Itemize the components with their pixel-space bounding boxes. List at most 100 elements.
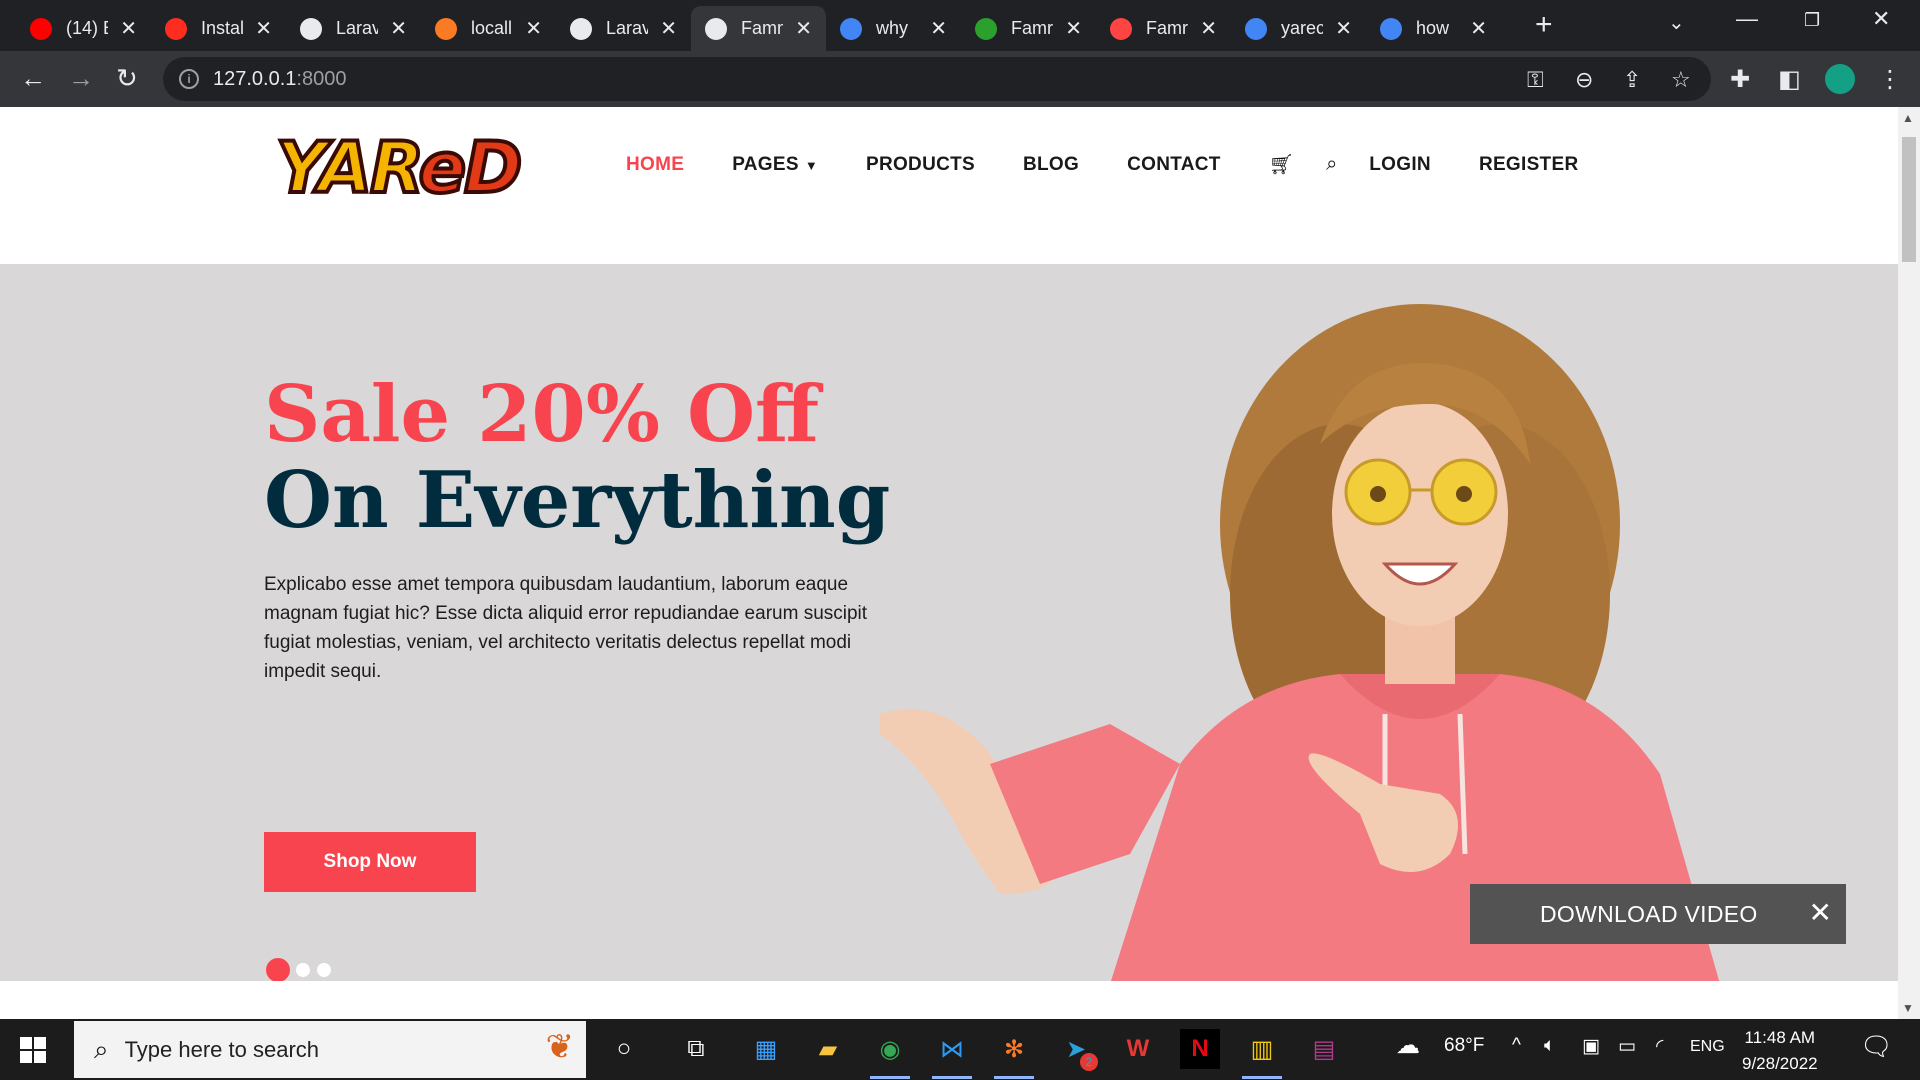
nav-products[interactable]: PRODUCTS bbox=[866, 154, 975, 176]
tab-title: Instal bbox=[201, 18, 243, 38]
nav-blog[interactable]: BLOG bbox=[1023, 154, 1079, 176]
shop-now-button[interactable]: Shop Now bbox=[264, 832, 476, 892]
chrome-icon[interactable]: ◉ bbox=[870, 1029, 910, 1079]
close-tab-icon[interactable]: ✕ bbox=[1470, 16, 1487, 41]
page-scrollbar[interactable]: ▲ ▼ bbox=[1898, 107, 1920, 1019]
device-icon[interactable]: ▣ bbox=[1582, 1035, 1600, 1058]
weather-cloud-icon[interactable]: ☁ bbox=[1396, 1031, 1420, 1060]
globe-icon bbox=[705, 17, 727, 40]
site-info-icon[interactable]: i bbox=[179, 69, 199, 89]
browser-tab[interactable]: Famm ✕ bbox=[691, 6, 826, 51]
browser-tab[interactable]: Instal ✕ bbox=[151, 6, 286, 51]
restore-icon[interactable]: ❐ bbox=[1804, 10, 1820, 31]
system-clock[interactable]: 11:48 AM 9/28/2022 bbox=[1742, 1025, 1818, 1077]
close-overlay-icon[interactable]: ✕ bbox=[1809, 896, 1832, 929]
download-video-label[interactable]: DOWNLOAD VIDEO bbox=[1540, 901, 1758, 928]
address-bar[interactable]: i 127.0.0.1:8000 ⚿ ⊖ ⇪ ☆ bbox=[163, 57, 1711, 101]
browser-tab[interactable]: Larav ✕ bbox=[556, 6, 691, 51]
telegram-icon[interactable]: ➤ 2 bbox=[1056, 1029, 1098, 1071]
scroll-up-arrow-icon[interactable]: ▲ bbox=[1902, 111, 1914, 125]
slider-dot-1[interactable] bbox=[266, 958, 290, 981]
hero-headline-sale: Sale 20% Off bbox=[264, 369, 820, 460]
task-view-icon[interactable]: ⧉ bbox=[676, 1029, 716, 1069]
key-icon[interactable]: ⚿ bbox=[1527, 67, 1544, 93]
battery-icon[interactable]: ▭ bbox=[1618, 1035, 1636, 1058]
nav-contact[interactable]: CONTACT bbox=[1127, 154, 1221, 176]
cortana-icon[interactable]: ○ bbox=[604, 1029, 644, 1069]
close-tab-icon[interactable]: ✕ bbox=[1335, 16, 1352, 41]
browser-tab[interactable]: Larav ✕ bbox=[286, 6, 421, 51]
close-tab-icon[interactable]: ✕ bbox=[660, 16, 677, 41]
telegram-badge: 2 bbox=[1080, 1053, 1098, 1071]
scrollbar-thumb[interactable] bbox=[1902, 137, 1916, 262]
windows-start-icon[interactable] bbox=[20, 1037, 46, 1063]
search-icon[interactable]: ⌕ bbox=[1326, 153, 1337, 176]
browser-tab-strip: (14) E✕Instal✕Larav✕locall✕Larav✕Famm✕wh… bbox=[0, 0, 1920, 51]
weather-temperature[interactable]: 68°F bbox=[1444, 1035, 1484, 1057]
profile-avatar[interactable] bbox=[1825, 64, 1855, 94]
nav-register[interactable]: REGISTER bbox=[1479, 154, 1579, 176]
minimize-icon[interactable]: — bbox=[1736, 6, 1758, 32]
close-tab-icon[interactable]: ✕ bbox=[255, 16, 272, 41]
clock-date: 9/28/2022 bbox=[1742, 1054, 1818, 1073]
browser-tab[interactable]: yarec ✕ bbox=[1231, 6, 1366, 51]
wps-office-icon[interactable]: W bbox=[1118, 1029, 1158, 1069]
hero-slider: Sale 20% Off On Everything Explicabo ess… bbox=[0, 264, 1898, 981]
close-tab-icon[interactable]: ✕ bbox=[1200, 16, 1217, 41]
browser-tab[interactable]: (14) E ✕ bbox=[16, 6, 151, 51]
new-tab-button[interactable]: + bbox=[1535, 8, 1553, 42]
browser-tab[interactable]: Famr ✕ bbox=[961, 6, 1096, 51]
forward-arrow-icon[interactable]: → bbox=[68, 63, 94, 94]
scroll-down-arrow-icon[interactable]: ▼ bbox=[1902, 1001, 1914, 1015]
vscode-icon[interactable]: ⋈ bbox=[932, 1029, 972, 1079]
nav-pages[interactable]: PAGES ▼ bbox=[732, 154, 818, 176]
browser-tab[interactable]: locall ✕ bbox=[421, 6, 556, 51]
browser-tab[interactable]: why ✕ bbox=[826, 6, 961, 51]
bookmark-star-icon[interactable]: ☆ bbox=[1671, 67, 1691, 93]
search-magnifier-icon: ⌕ bbox=[94, 1033, 109, 1064]
reload-icon[interactable]: ↻ bbox=[116, 63, 138, 94]
wifi-icon[interactable]: ◜ bbox=[1656, 1035, 1663, 1058]
browser-tab[interactable]: how ✕ bbox=[1366, 6, 1501, 51]
browser-tab[interactable]: Famr ✕ bbox=[1096, 6, 1231, 51]
volume-icon[interactable]: 🔈︎ bbox=[1544, 1035, 1555, 1057]
tab-title: Famm bbox=[741, 18, 783, 38]
close-window-icon[interactable]: ✕ bbox=[1872, 6, 1890, 32]
browser-toolbar: ← → ↻ i 127.0.0.1:8000 ⚿ ⊖ ⇪ ☆ ✚ ◧ ⋮ bbox=[0, 51, 1920, 107]
language-indicator[interactable]: ENG bbox=[1690, 1038, 1725, 1056]
close-tab-icon[interactable]: ✕ bbox=[120, 16, 137, 41]
tray-overflow-chevron-icon[interactable]: ^ bbox=[1512, 1035, 1521, 1057]
share-icon[interactable]: ⇪ bbox=[1623, 67, 1641, 93]
xampp-icon[interactable]: ✻ bbox=[994, 1029, 1034, 1079]
notification-center-icon[interactable]: 🗨︎ bbox=[1860, 1031, 1893, 1062]
slider-dot-2[interactable] bbox=[296, 963, 310, 977]
url-text[interactable]: 127.0.0.1:8000 bbox=[213, 68, 346, 91]
zoom-icon[interactable]: ⊖ bbox=[1575, 67, 1593, 93]
close-tab-icon[interactable]: ✕ bbox=[525, 16, 542, 41]
close-tab-icon[interactable]: ✕ bbox=[1065, 16, 1082, 41]
close-tab-icon[interactable]: ✕ bbox=[930, 16, 947, 41]
cart-icon[interactable]: 🛒︎ bbox=[1269, 152, 1294, 177]
nav-login[interactable]: LOGIN bbox=[1369, 154, 1431, 176]
slider-dot-3[interactable] bbox=[317, 963, 331, 977]
file-explorer-icon[interactable]: ▰ bbox=[808, 1029, 848, 1069]
tab-title: Famr bbox=[1011, 18, 1053, 38]
site-logo[interactable]: YAReD bbox=[274, 121, 554, 221]
close-tab-icon[interactable]: ✕ bbox=[390, 16, 407, 41]
winrar-icon[interactable]: ▤ bbox=[1304, 1029, 1344, 1069]
microsoft-store-icon[interactable]: ▦ bbox=[746, 1029, 786, 1069]
tab-search-chevron-icon[interactable]: ⌄ bbox=[1668, 10, 1685, 35]
power-bi-icon[interactable]: ▥ bbox=[1242, 1029, 1282, 1079]
leaf-icon bbox=[975, 17, 997, 40]
nav-home[interactable]: HOME bbox=[626, 154, 684, 176]
back-arrow-icon[interactable]: ← bbox=[20, 63, 46, 94]
download-video-overlay[interactable]: DOWNLOAD VIDEO ✕ bbox=[1470, 884, 1846, 944]
browser-menu-icon[interactable]: ⋮ bbox=[1878, 65, 1902, 94]
netflix-icon[interactable]: N bbox=[1180, 1029, 1220, 1069]
tab-title: Larav bbox=[336, 18, 378, 38]
close-tab-icon[interactable]: ✕ bbox=[795, 16, 812, 41]
extensions-icon[interactable]: ✚ bbox=[1730, 65, 1750, 94]
taskbar-search-box[interactable]: ⌕ Type here to search ❦ bbox=[74, 1021, 586, 1078]
hero-headline-everything: On Everything bbox=[264, 455, 891, 546]
side-panel-icon[interactable]: ◧ bbox=[1778, 65, 1801, 94]
